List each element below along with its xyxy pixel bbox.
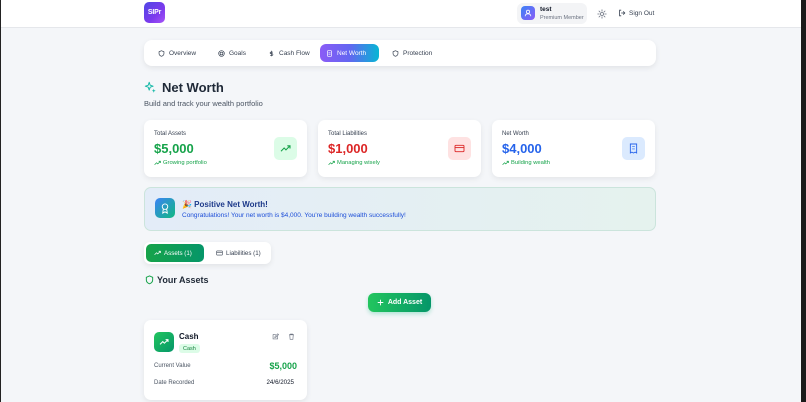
- stat-sub-text: Growing portfolio: [163, 160, 207, 166]
- sign-out-button[interactable]: Sign Out: [618, 9, 654, 17]
- app-header: SIPr test Premium Member Sign Out: [1, 0, 801, 28]
- tab-assets-label: Assets (1): [164, 249, 192, 257]
- target-icon: [218, 49, 225, 57]
- total-liabilities-card: Total Liabilities $1,000 Managing wisely: [318, 120, 481, 177]
- document-icon: [327, 49, 332, 57]
- stat-value: $1,000: [328, 141, 368, 156]
- stat-label: Net Worth: [502, 131, 529, 137]
- sign-out-icon: [619, 9, 626, 17]
- logo-text: SIPr: [147, 9, 162, 16]
- add-asset-label: Add Asset: [387, 299, 423, 306]
- stat-sub: Managing wisely: [328, 160, 380, 166]
- asset-type-badge: Cash: [179, 344, 200, 353]
- shield-icon: [145, 275, 154, 285]
- stat-label: Total Assets: [154, 131, 187, 137]
- section-tabs: Overview Goals Cash Flow Net Worth Prote…: [144, 40, 656, 66]
- tab-net-worth[interactable]: Net Worth: [320, 44, 379, 62]
- shield-icon: [392, 49, 399, 57]
- stat-label: Total Liabilities: [328, 131, 368, 137]
- asset-name: Cash: [179, 332, 199, 341]
- current-value-label: Current Value: [154, 363, 191, 369]
- user-avatar-icon: [521, 6, 535, 20]
- section-title: Your Assets: [157, 275, 209, 285]
- trending-up-icon: [328, 160, 335, 165]
- shield-icon: [158, 49, 165, 57]
- positive-net-worth-banner: 🎉 Positive Net Worth! Congratulations! Y…: [144, 187, 656, 231]
- tab-overview[interactable]: Overview: [152, 44, 202, 62]
- credit-card-icon: [216, 250, 223, 256]
- award-icon: [155, 198, 175, 218]
- user-role: Premium Member: [540, 15, 584, 21]
- net-worth-card: Net Worth $4,000 Building wealth: [492, 120, 655, 177]
- banner-title: 🎉 Positive Net Worth!: [182, 200, 268, 209]
- trending-up-icon: [154, 160, 161, 165]
- tab-liabilities-label: Liabilities (1): [226, 249, 261, 257]
- trash-icon[interactable]: [288, 333, 295, 340]
- plus-icon: [377, 299, 384, 306]
- app-logo[interactable]: SIPr: [144, 2, 165, 23]
- page-title: Net Worth: [162, 80, 224, 95]
- credit-card-icon: [448, 137, 471, 160]
- banner-text: Congratulations! Your net worth is $4,00…: [182, 212, 406, 219]
- stat-sub-text: Managing wisely: [337, 160, 380, 166]
- sparkles-icon: [144, 81, 156, 93]
- window-edge-right: [801, 0, 806, 402]
- tab-liabilities[interactable]: Liabilities (1): [208, 244, 269, 262]
- tab-goals-label: Goals: [229, 49, 246, 57]
- date-recorded-label: Date Recorded: [154, 380, 195, 386]
- total-assets-card: Total Assets $5,000 Growing portfolio: [144, 120, 307, 177]
- page-subtitle: Build and track your wealth portfolio: [144, 99, 263, 108]
- assets-liabilities-toggle: Assets (1) Liabilities (1): [144, 242, 271, 264]
- tab-net-worth-label: Net Worth: [337, 49, 367, 57]
- stat-sub: Growing portfolio: [154, 160, 207, 166]
- user-name: test: [540, 6, 552, 13]
- stat-value: $5,000: [154, 141, 194, 156]
- receipt-icon: [622, 137, 645, 160]
- asset-card: Cash Cash Current Value $5,000 Date Reco…: [144, 320, 307, 400]
- sign-out-label: Sign Out: [629, 9, 655, 17]
- date-recorded: 24/6/2025: [266, 379, 294, 386]
- trending-up-icon: [502, 160, 509, 165]
- dollar-icon: [269, 50, 274, 56]
- trending-up-icon: [274, 137, 297, 160]
- stat-sub: Building wealth: [502, 160, 550, 166]
- tab-assets[interactable]: Assets (1): [146, 244, 204, 262]
- user-profile[interactable]: test Premium Member: [517, 3, 587, 24]
- trending-up-icon: [154, 332, 174, 352]
- window-edge-left: [0, 0, 1, 402]
- current-value: $5,000: [269, 361, 297, 371]
- tab-overview-label: Overview: [169, 49, 197, 57]
- stat-sub-text: Building wealth: [511, 160, 550, 166]
- stat-value: $4,000: [502, 141, 542, 156]
- tab-goals[interactable]: Goals: [212, 44, 252, 62]
- add-asset-button[interactable]: Add Asset: [368, 293, 431, 312]
- tab-cash-flow-label: Cash Flow: [279, 49, 310, 57]
- edit-icon[interactable]: [272, 333, 279, 340]
- trending-up-icon: [154, 250, 161, 255]
- tab-protection[interactable]: Protection: [386, 44, 438, 62]
- gear-icon[interactable]: [597, 9, 607, 19]
- tab-cash-flow[interactable]: Cash Flow: [262, 44, 316, 62]
- tab-protection-label: Protection: [403, 49, 433, 57]
